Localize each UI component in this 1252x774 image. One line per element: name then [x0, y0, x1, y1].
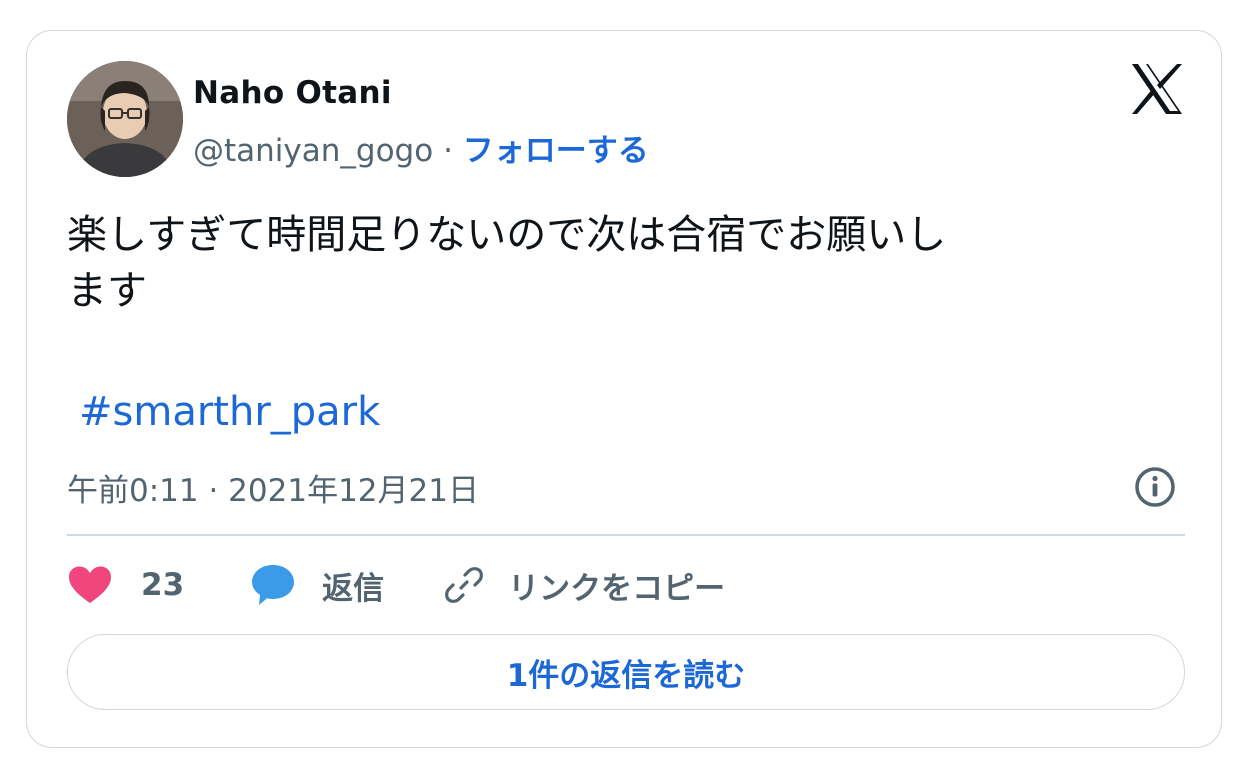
- reply-bubble-icon: [250, 563, 296, 607]
- tweet-actions: 23 返信 リンクをコピー: [67, 561, 725, 609]
- tweet-timestamp[interactable]: 午前0:11 · 2021年12月21日: [67, 465, 479, 510]
- like-count: 23: [141, 567, 185, 603]
- author-handle-line: @taniyan_gogo · フォローする: [193, 125, 649, 170]
- heart-icon: [67, 565, 113, 605]
- embedded-tweet-card: Naho Otani @taniyan_gogo · フォローする 楽しすぎて時…: [26, 30, 1222, 748]
- info-icon[interactable]: [1133, 465, 1177, 509]
- handle-separator: ·: [443, 133, 453, 169]
- profile-photo-icon: [67, 61, 183, 177]
- like-button[interactable]: 23: [67, 565, 184, 605]
- x-logo-icon[interactable]: [1129, 61, 1185, 117]
- read-replies-button[interactable]: 1件の返信を読む: [67, 634, 1185, 710]
- tweet-text: 楽しすぎて時間足りないので次は合宿でお願いし ます: [67, 207, 1177, 319]
- divider: [67, 534, 1185, 536]
- tweet-text-line: 楽しすぎて時間足りないので次は合宿でお願いし: [67, 212, 947, 258]
- author-handle[interactable]: @taniyan_gogo: [193, 133, 433, 169]
- avatar[interactable]: [67, 61, 183, 177]
- author-name[interactable]: Naho Otani: [193, 75, 392, 111]
- copy-link-label: リンクをコピー: [508, 570, 726, 607]
- hashtag-link[interactable]: #smarthr_park: [79, 389, 380, 435]
- reply-button[interactable]: 返信: [250, 563, 384, 608]
- reply-label: 返信: [322, 570, 385, 607]
- follow-link[interactable]: フォローする: [463, 133, 649, 169]
- tweet-text-line: ます: [67, 268, 147, 314]
- link-icon: [444, 565, 484, 605]
- read-replies-label: 1件の返信を読む: [506, 657, 746, 694]
- copy-link-button[interactable]: リンクをコピー: [444, 563, 725, 608]
